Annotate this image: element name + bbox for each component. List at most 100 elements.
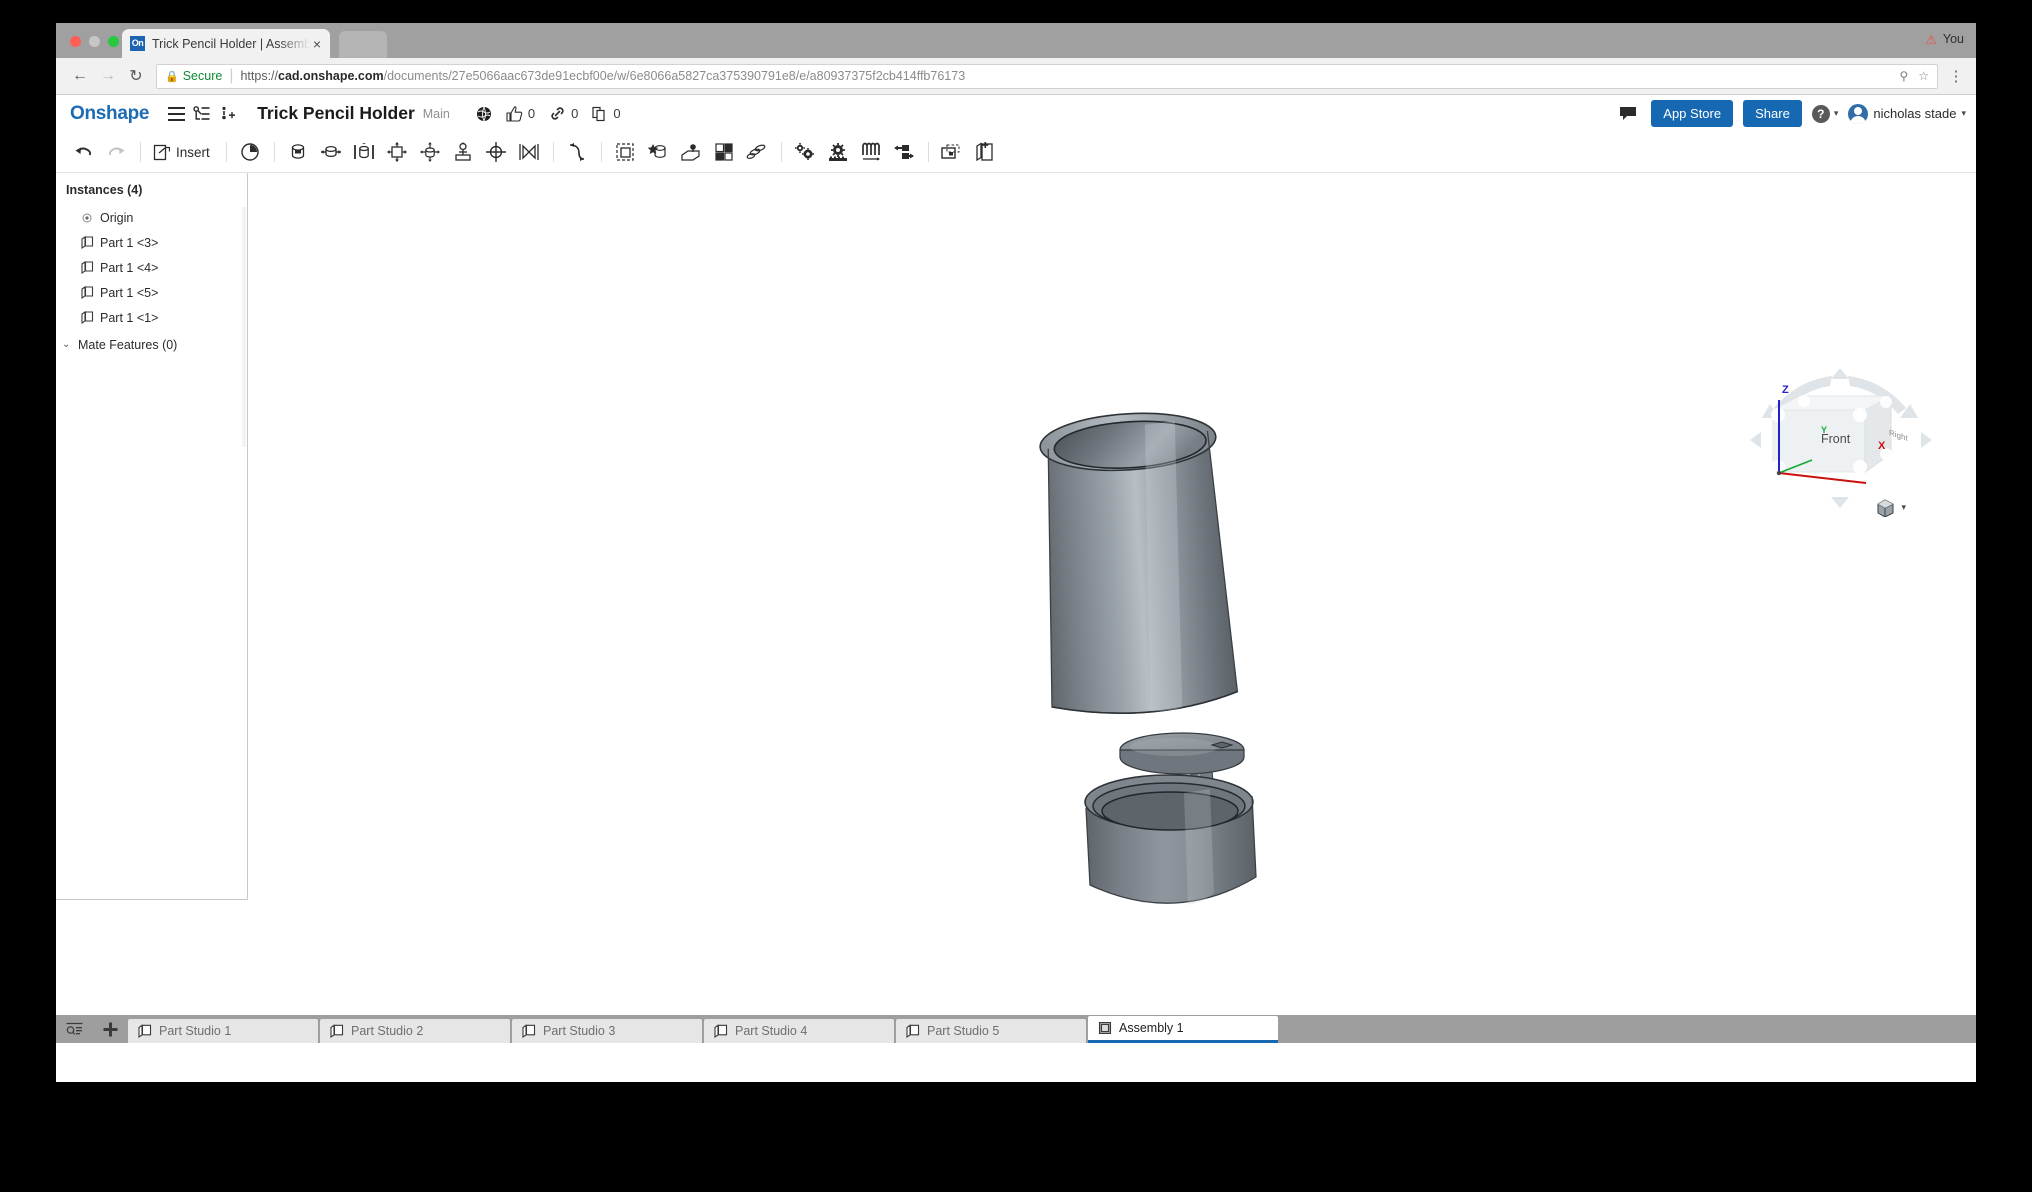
add-tab-button[interactable]: [92, 1015, 128, 1043]
toolbar-divider: [927, 142, 929, 162]
assembly-history-icon[interactable]: [235, 137, 266, 168]
maximize-window-button[interactable]: [108, 36, 119, 47]
bookmark-star-icon[interactable]: ☆: [1918, 69, 1929, 83]
omnibox-icons: ⚲ ☆: [1889, 69, 1929, 83]
instance-label: Part 1 <1>: [100, 310, 159, 325]
globe-icon: [476, 106, 491, 121]
tangent-mate-icon[interactable]: [562, 137, 593, 168]
instance-row-part-1-5[interactable]: Part 1 <5>: [56, 280, 247, 305]
ball-mate-icon[interactable]: [481, 137, 512, 168]
slider-mate-icon[interactable]: [349, 137, 380, 168]
instance-row-origin[interactable]: Origin: [56, 205, 247, 230]
display-mode-menu[interactable]: ▾: [1876, 498, 1906, 517]
doc-tab-part-studio-4[interactable]: Part Studio 4: [704, 1019, 894, 1043]
save-password-icon[interactable]: ⚲: [1899, 69, 1908, 83]
mate-features-section[interactable]: ⌄ Mate Features (0): [56, 332, 247, 357]
username-label: nicholas stade: [1873, 106, 1957, 121]
pin-slot-mate-icon[interactable]: [448, 137, 479, 168]
browser-tab-active[interactable]: On Trick Pencil Holder | Assembly ×: [122, 29, 330, 58]
doc-tab-assembly-1[interactable]: Assembly 1: [1088, 1016, 1278, 1043]
account-caret-icon: ▾: [1961, 108, 1966, 118]
part-studio-icon: [714, 1024, 728, 1038]
close-window-button[interactable]: [70, 36, 81, 47]
browser-window: On Trick Pencil Holder | Assembly × ⚠ Yo…: [56, 23, 1976, 1082]
linear-relation-icon[interactable]: [889, 137, 920, 168]
document-title[interactable]: Trick Pencil Holder: [257, 103, 415, 124]
part-studio-icon: [906, 1024, 920, 1038]
chevron-down-icon: ⌄: [62, 339, 71, 350]
doc-tab-label: Part Studio 3: [543, 1024, 616, 1038]
minimize-window-button[interactable]: [89, 36, 100, 47]
main-menu-icon[interactable]: [163, 101, 189, 127]
copy-stat[interactable]: 0: [592, 106, 621, 122]
tab-filter-icon[interactable]: [56, 1015, 92, 1043]
doc-tab-label: Part Studio 5: [927, 1024, 1000, 1038]
instance-row-part-1-3[interactable]: Part 1 <3>: [56, 230, 247, 255]
part-icon: [78, 311, 96, 324]
address-bar[interactable]: 🔒 Secure | https://cad.onshape.com/docum…: [156, 63, 1938, 89]
browser-profile-chip[interactable]: ⚠ You: [1925, 32, 1964, 46]
window-controls: [70, 36, 119, 47]
screw-relation-icon[interactable]: [856, 137, 887, 168]
reload-button[interactable]: ↻: [122, 62, 150, 90]
instance-label: Origin: [100, 210, 134, 225]
panel-scrollbar[interactable]: [242, 207, 246, 447]
add-branch-icon[interactable]: [215, 101, 241, 127]
like-count: 0: [527, 106, 536, 121]
share-button[interactable]: Share: [1743, 100, 1802, 127]
doc-tab-part-studio-3[interactable]: Part Studio 3: [512, 1019, 702, 1043]
back-button[interactable]: ←: [66, 62, 94, 90]
document-tab-bar: Part Studio 1 Part Studio 2 Part Studio …: [56, 1015, 1976, 1043]
parallel-mate-icon[interactable]: [514, 137, 545, 168]
replicate-icon[interactable]: [676, 137, 707, 168]
instance-row-part-1-1[interactable]: Part 1 <1>: [56, 305, 247, 330]
close-tab-icon[interactable]: ×: [310, 36, 324, 52]
comments-icon[interactable]: [1615, 101, 1641, 127]
mate-connector-icon[interactable]: [643, 137, 674, 168]
origin-icon: [78, 213, 96, 223]
public-badge[interactable]: [476, 106, 492, 122]
browser-menu-icon[interactable]: ⋮: [1946, 67, 1966, 85]
cylindrical-mate-icon[interactable]: [415, 137, 446, 168]
doc-tab-part-studio-1[interactable]: Part Studio 1: [128, 1019, 318, 1043]
onshape-logo[interactable]: Onshape: [70, 103, 150, 125]
instance-row-part-1-4[interactable]: Part 1 <4>: [56, 255, 247, 280]
help-caret-icon: ▾: [1833, 108, 1839, 118]
sync-error-icon: ⚠: [1925, 31, 1937, 47]
gear-relation-icon[interactable]: [790, 137, 821, 168]
link-count: 0: [571, 106, 579, 121]
toolbar-divider: [780, 142, 782, 162]
insert-button[interactable]: Insert: [149, 137, 218, 168]
toolbar-divider: [552, 142, 554, 162]
relations-icon[interactable]: [742, 137, 773, 168]
assembly-workspace[interactable]: Instances (4) Origin Part 1 <3> Part 1 <…: [56, 173, 1976, 1043]
browser-tab-inactive[interactable]: [339, 31, 387, 58]
copy-count: 0: [613, 106, 621, 121]
assembly-feature-icon[interactable]: [937, 137, 968, 168]
planar-mate-icon[interactable]: [382, 137, 413, 168]
undo-button[interactable]: [68, 137, 99, 168]
fastened-mate-icon[interactable]: [283, 137, 314, 168]
document-branch[interactable]: Main: [423, 107, 450, 121]
redo-button[interactable]: [101, 137, 132, 168]
help-menu[interactable]: ? ▾: [1811, 104, 1839, 123]
like-stat[interactable]: 0: [506, 105, 536, 122]
doc-tab-part-studio-2[interactable]: Part Studio 2: [320, 1019, 510, 1043]
app-store-button[interactable]: App Store: [1651, 100, 1734, 127]
insert-part-icon[interactable]: [970, 137, 1001, 168]
doc-tab-label: Assembly 1: [1119, 1021, 1184, 1035]
account-menu[interactable]: nicholas stade ▾: [1848, 103, 1966, 124]
doc-tab-part-studio-5[interactable]: Part Studio 5: [896, 1019, 1086, 1043]
forward-button[interactable]: →: [94, 62, 122, 90]
address-bar-url: https://cad.onshape.com/documents/27e506…: [240, 69, 965, 83]
part-cup: [1039, 412, 1239, 715]
browser-toolbar: ← → ↻ 🔒 Secure | https://cad.onshape.com…: [56, 58, 1976, 95]
link-stat[interactable]: 0: [549, 106, 578, 122]
group-icon[interactable]: [610, 137, 641, 168]
rack-pinion-relation-icon[interactable]: [823, 137, 854, 168]
view-cube[interactable]: Front Right Z Y X ▾: [1746, 368, 1936, 518]
revolute-mate-icon[interactable]: [316, 137, 347, 168]
version-history-icon[interactable]: [189, 101, 215, 127]
instances-panel: Instances (4) Origin Part 1 <3> Part 1 <…: [56, 173, 248, 900]
explode-icon[interactable]: [709, 137, 740, 168]
